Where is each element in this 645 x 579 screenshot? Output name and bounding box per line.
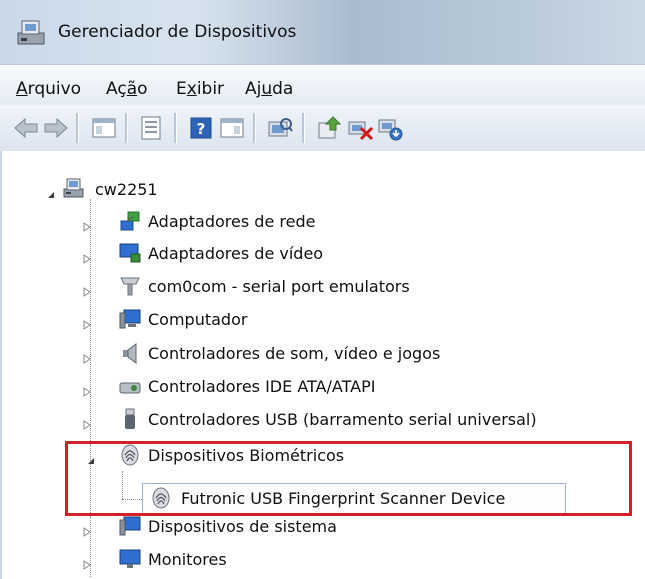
- collapsed-arrow-icon[interactable]: [82, 382, 92, 401]
- category-label: Computador: [148, 310, 248, 329]
- usb-icon: [118, 407, 142, 435]
- tree-item-monitores[interactable]: Monitores: [2, 545, 645, 575]
- expanded-arrow-icon[interactable]: [46, 185, 56, 204]
- collapsed-arrow-icon[interactable]: [82, 249, 92, 268]
- scan-hardware-icon[interactable]: [266, 114, 294, 142]
- svg-text:?: ?: [197, 120, 206, 138]
- monitor-icon: [118, 547, 142, 575]
- forward-arrow-icon[interactable]: [42, 114, 70, 142]
- menu-ajuda[interactable]: Ajuda: [245, 79, 293, 99]
- collapsed-arrow-icon[interactable]: [82, 217, 92, 236]
- collapsed-arrow-icon[interactable]: [82, 555, 92, 574]
- tree-root[interactable]: cw2251: [2, 175, 645, 205]
- system-device-icon: [118, 514, 142, 542]
- collapsed-arrow-icon[interactable]: [82, 349, 92, 368]
- category-label: Dispositivos de sistema: [148, 517, 337, 536]
- window-title: Gerenciador de Dispositivos: [58, 22, 297, 42]
- toolbar-separator: [253, 113, 256, 143]
- toolbar-separator: [302, 113, 305, 143]
- tree-item-com0com[interactable]: com0com - serial port emulators: [2, 272, 645, 302]
- network-adapter-icon: [118, 209, 142, 237]
- tree-item-controladores-de-som[interactable]: Controladores de som, vídeo e jogos: [2, 339, 645, 369]
- device-manager-icon: [16, 16, 48, 52]
- tree-root-label: cw2251: [95, 180, 158, 199]
- collapsed-arrow-icon[interactable]: [82, 282, 92, 301]
- menu-bar: Arquivo Ação Exibir Ajuda: [0, 64, 645, 105]
- tree-item-controladores-ide[interactable]: Controladores IDE ATA/ATAPI: [2, 372, 645, 402]
- collapsed-arrow-icon[interactable]: [82, 522, 92, 541]
- update-driver-icon[interactable]: [315, 114, 343, 142]
- tree-item-adaptadores-de-rede[interactable]: Adaptadores de rede: [2, 207, 645, 237]
- display-adapter-icon: [118, 241, 142, 269]
- uninstall-icon[interactable]: [346, 114, 374, 142]
- tree-item-controladores-usb[interactable]: Controladores USB (barramento serial uni…: [2, 405, 645, 435]
- toolbar-separator: [76, 113, 79, 143]
- category-label: Adaptadores de vídeo: [148, 244, 324, 263]
- console-tree-icon[interactable]: [90, 114, 118, 142]
- toolbar-separator: [174, 113, 177, 143]
- help-icon[interactable]: ?: [187, 114, 215, 142]
- toolbar: ?: [0, 104, 645, 152]
- computer-root-icon: [62, 176, 86, 204]
- menu-arquivo-label: rquivo: [27, 79, 82, 99]
- menu-exibir[interactable]: Exibir: [176, 79, 224, 99]
- category-label: com0com - serial port emulators: [148, 277, 410, 296]
- enable-device-icon[interactable]: [376, 114, 404, 142]
- menu-acao[interactable]: Ação: [106, 79, 148, 99]
- category-label: Controladores IDE ATA/ATAPI: [148, 377, 376, 396]
- category-label: Adaptadores de rede: [148, 212, 316, 231]
- category-label: Controladores de som, vídeo e jogos: [148, 344, 441, 363]
- serial-port-icon: [118, 274, 142, 302]
- properties-icon[interactable]: [137, 114, 165, 142]
- device-tree[interactable]: cw2251 Adaptadores de rede Adaptadores d…: [0, 151, 645, 579]
- tree-item-adaptadores-de-video[interactable]: Adaptadores de vídeo: [2, 239, 645, 269]
- computer-icon: [118, 307, 142, 335]
- menu-acao-label: o: [137, 79, 148, 99]
- speaker-icon: [118, 341, 142, 369]
- tree-item-dispositivos-de-sistema[interactable]: Dispositivos de sistema: [2, 512, 645, 542]
- tree-item-computador[interactable]: Computador: [2, 305, 645, 335]
- category-label: Monitores: [148, 550, 227, 569]
- toolbar-separator: [125, 113, 128, 143]
- collapsed-arrow-icon[interactable]: [82, 415, 92, 434]
- highlight-annotation-frame: [65, 441, 632, 516]
- title-bar: Gerenciador de Dispositivos: [0, 0, 645, 64]
- collapsed-arrow-icon[interactable]: [82, 315, 92, 334]
- ide-controller-icon: [118, 374, 142, 402]
- back-arrow-icon[interactable]: [12, 114, 40, 142]
- action-pane-icon[interactable]: [218, 114, 246, 142]
- menu-arquivo[interactable]: Arquivo: [16, 79, 81, 99]
- category-label: Controladores USB (barramento serial uni…: [148, 410, 537, 429]
